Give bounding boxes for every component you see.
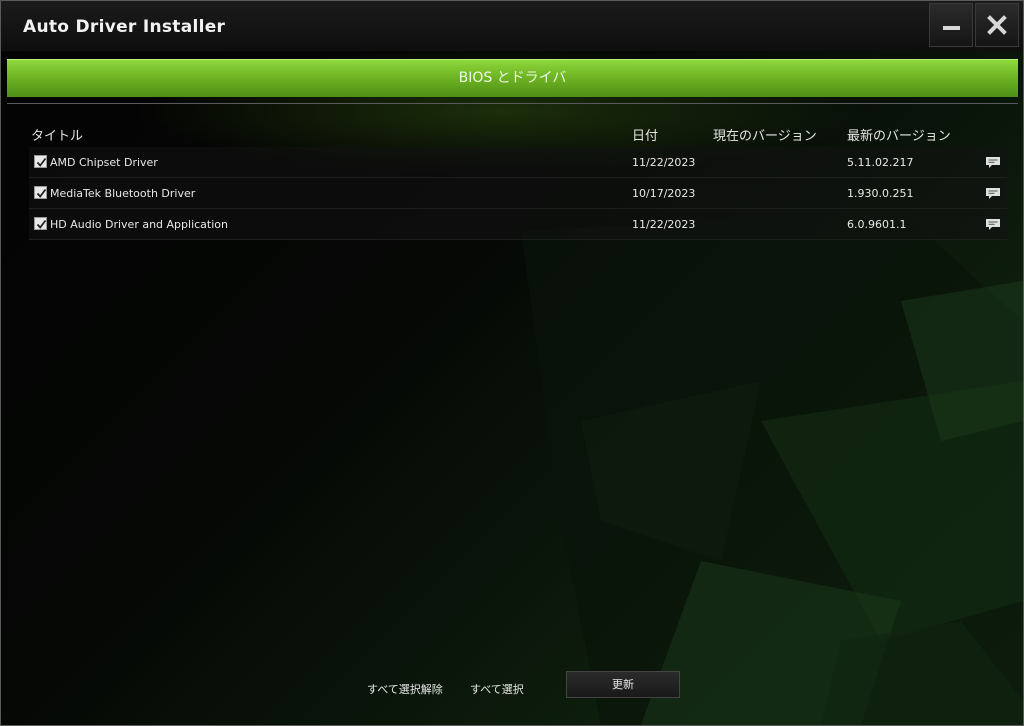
deselect-all-link[interactable]: すべて選択解除 [367,681,443,697]
close-icon [987,15,1007,35]
driver-latest-version: 5.11.02.217 [847,156,914,169]
minimize-icon [943,26,960,30]
minimize-button[interactable] [929,3,973,47]
table-header: タイトル 日付 現在のバージョン 最新のバージョン [29,121,1007,147]
driver-date: 10/17/2023 [632,187,696,200]
header-current-version: 現在のバージョン [713,129,817,144]
driver-date: 11/22/2023 [632,156,696,169]
window-title: Auto Driver Installer [23,17,226,37]
header-title: タイトル [31,129,84,144]
driver-title: AMD Chipset Driver [50,156,158,169]
driver-title: HD Audio Driver and Application [50,218,228,231]
tab-label: BIOS とドライバ [458,70,567,86]
table-row: AMD Chipset Driver 11/22/2023 5.11.02.21… [29,147,1007,178]
driver-latest-version: 1.930.0.251 [847,187,914,200]
driver-title: MediaTek Bluetooth Driver [50,187,196,200]
divider [7,103,1018,104]
row-checkbox[interactable] [34,217,47,230]
header-latest-version: 最新のバージョン [847,129,951,144]
app-window: Auto Driver Installer BIOS とドライバ タイトル 日付… [0,0,1024,726]
tab-bios-drivers[interactable]: BIOS とドライバ [7,59,1018,97]
select-all-link[interactable]: すべて選択 [470,681,524,697]
checkmark-icon [36,157,47,167]
background-decoration [521,211,1023,725]
header-date: 日付 [632,129,659,144]
driver-date: 11/22/2023 [632,218,696,231]
speech-bubble-icon[interactable] [985,187,1001,201]
update-button[interactable]: 更新 [566,671,680,698]
driver-table: タイトル 日付 現在のバージョン 最新のバージョン AMD Chipset Dr… [29,121,1007,240]
speech-bubble-icon[interactable] [985,218,1001,232]
row-checkbox[interactable] [34,186,47,199]
speech-bubble-icon[interactable] [985,156,1001,170]
driver-latest-version: 6.0.9601.1 [847,218,907,231]
close-button[interactable] [975,3,1019,47]
checkmark-icon [36,219,47,229]
title-bar: Auto Driver Installer [1,1,1023,51]
table-row: HD Audio Driver and Application 11/22/20… [29,209,1007,240]
checkmark-icon [36,188,47,198]
table-row: MediaTek Bluetooth Driver 10/17/2023 1.9… [29,178,1007,209]
row-checkbox[interactable] [34,155,47,168]
